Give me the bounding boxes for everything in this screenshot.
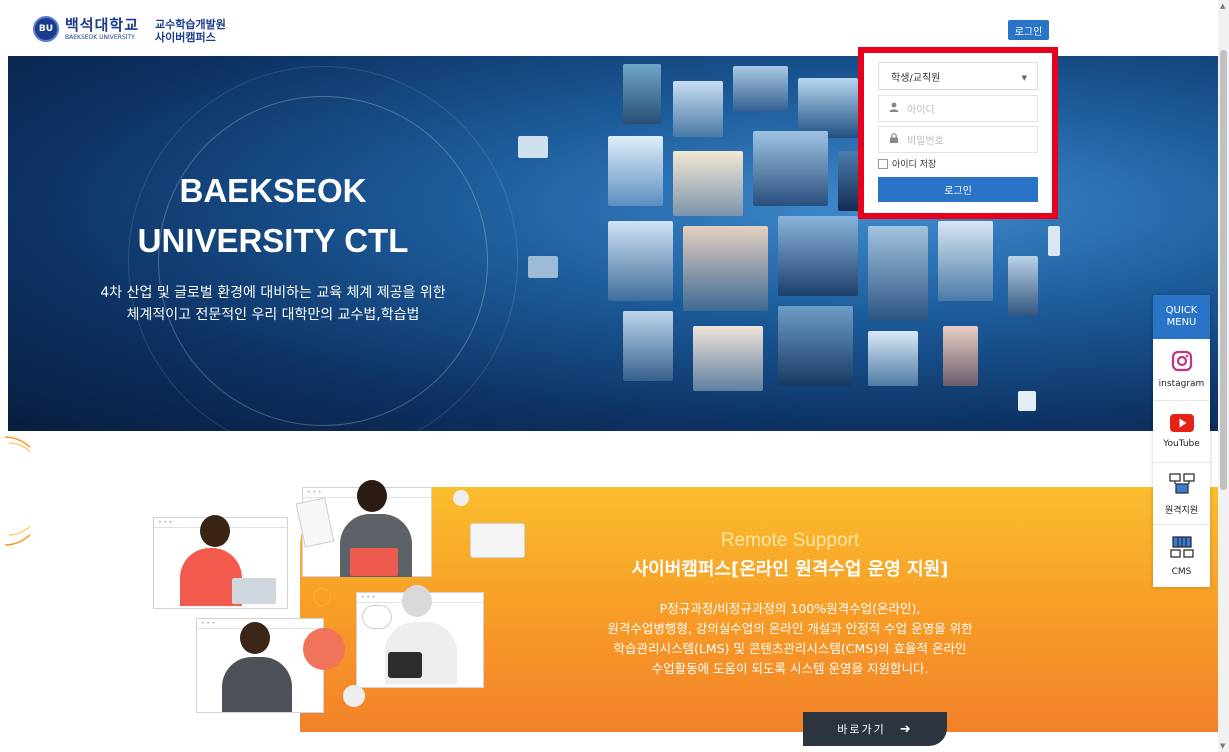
quick-menu-header: QUICK MENU bbox=[1153, 295, 1210, 339]
globe-icon bbox=[313, 588, 331, 606]
media-tile bbox=[938, 221, 993, 301]
university-logo[interactable]: BU 백석대학교 BAEKSEOK UNIVERSITY bbox=[33, 16, 139, 42]
speech-bubble-shape bbox=[362, 605, 392, 629]
media-tile bbox=[778, 216, 858, 296]
checkbox-box[interactable] bbox=[878, 158, 888, 169]
media-tile bbox=[608, 136, 663, 206]
person-figure bbox=[402, 585, 432, 617]
youtube-icon bbox=[1169, 414, 1194, 435]
quick-item-youtube[interactable]: YouTube bbox=[1153, 401, 1210, 463]
avatar-placeholder bbox=[343, 685, 365, 707]
media-tile bbox=[1008, 256, 1038, 316]
scrollbar-thumb[interactable] bbox=[1220, 50, 1227, 490]
password-input[interactable]: 비밀번호 bbox=[878, 126, 1038, 153]
remote-desc-line4: 수업활동에 도움이 되도록 시스템 운영을 지원합니다. bbox=[651, 661, 929, 676]
person-figure bbox=[200, 515, 230, 547]
media-tile bbox=[623, 64, 661, 124]
folder-shape bbox=[470, 523, 525, 558]
id-placeholder: 아이디 bbox=[907, 105, 935, 116]
user-type-select[interactable]: 학생/교직원 ▼ bbox=[878, 62, 1038, 90]
media-tile bbox=[733, 66, 788, 111]
remote-desc-line3: 학습관리시스템(LMS) 및 콘텐츠관리시스템(CMS)의 효율적 온라인 bbox=[613, 641, 967, 656]
media-tile bbox=[518, 136, 548, 158]
media-tile bbox=[943, 326, 978, 386]
quick-item-label: instagram bbox=[1158, 379, 1205, 389]
go-to-button[interactable]: 바로가기 ➜ bbox=[803, 712, 947, 746]
remote-desc-line2: 원격수업병행형, 강의실수업의 온라인 개설과 안정적 수업 운영을 위한 bbox=[607, 621, 973, 636]
password-placeholder: 비밀번호 bbox=[907, 136, 944, 147]
hero-title: BAEKSEOK UNIVERSITY CTL bbox=[8, 166, 538, 266]
avatar-placeholder bbox=[453, 490, 469, 506]
quick-item-label: YouTube bbox=[1163, 439, 1200, 449]
ctl-site-name[interactable]: 교수학습개발원 사이버캠퍼스 bbox=[155, 18, 226, 44]
quick-item-cms[interactable]: CMS bbox=[1153, 525, 1210, 587]
person-figure bbox=[240, 622, 270, 654]
laptop-shape bbox=[232, 578, 276, 604]
arrow-right-icon: ➜ bbox=[899, 721, 913, 737]
media-tile bbox=[868, 226, 928, 321]
media-tile bbox=[1018, 391, 1036, 411]
media-tile bbox=[778, 306, 853, 386]
media-tile bbox=[868, 331, 918, 386]
quick-item-label: CMS bbox=[1171, 566, 1192, 577]
decor-arc bbox=[4, 436, 30, 546]
hero-title-line2: UNIVERSITY CTL bbox=[137, 222, 409, 259]
logo-english-name: BAEKSEOK UNIVERSITY bbox=[65, 33, 135, 41]
media-tile bbox=[608, 221, 673, 301]
remote-support-icon bbox=[1168, 472, 1195, 499]
remote-description: P정규과정/비정규과정의 100%원격수업(온라인), 원격수업병행형, 강의실… bbox=[540, 599, 1040, 679]
remote-desc-line1: P정규과정/비정규과정의 100%원격수업(온라인), bbox=[659, 601, 921, 616]
lock-icon bbox=[889, 133, 899, 146]
quick-item-instagram[interactable]: instagram bbox=[1153, 339, 1210, 401]
logo-korean-name: 백석대학교 bbox=[65, 15, 140, 34]
remote-subtitle: Remote Support bbox=[720, 530, 860, 551]
user-type-value: 학생/교직원 bbox=[891, 72, 941, 84]
go-to-label: 바로가기 bbox=[837, 723, 886, 736]
quick-menu-title-line1: QUICK bbox=[1165, 305, 1198, 316]
tablet-shape bbox=[350, 548, 398, 576]
media-tile bbox=[753, 131, 828, 206]
person-figure bbox=[222, 657, 292, 712]
quick-item-remote-support[interactable]: 원격지원 bbox=[1153, 463, 1210, 525]
scroll-up-arrow-icon[interactable]: ▲ bbox=[1220, 2, 1225, 10]
hero-desc-line2: 체계적이고 전문적인 우리 대학만의 교수법,학습법 bbox=[126, 307, 420, 323]
scroll-down-arrow-icon[interactable]: ▼ bbox=[1220, 742, 1225, 750]
media-tile bbox=[623, 311, 673, 381]
remote-title: 사이버캠퍼스[온라인 원격수업 운영 지원] bbox=[631, 559, 949, 580]
cms-icon bbox=[1169, 535, 1194, 563]
id-input[interactable]: 아이디 bbox=[878, 95, 1038, 122]
login-submit-button[interactable]: 로그인 bbox=[878, 177, 1038, 202]
university-emblem-icon: BU bbox=[33, 16, 59, 42]
media-tile bbox=[693, 326, 763, 391]
remember-id-checkbox[interactable]: 아이디 저장 bbox=[878, 157, 936, 170]
user-icon bbox=[889, 102, 899, 115]
quick-menu-title-line2: MENU bbox=[1166, 317, 1197, 328]
quick-item-label: 원격지원 bbox=[1164, 505, 1199, 516]
media-tile bbox=[673, 81, 723, 137]
hero-description: 4차 산업 및 글로벌 환경에 대비하는 교육 체계 제공을 위한 체계적이고 … bbox=[8, 282, 538, 326]
ctl-name-line1: 교수학습개발원 bbox=[155, 18, 226, 31]
chevron-down-icon: ▼ bbox=[1021, 74, 1027, 82]
pie-chart-shape bbox=[303, 628, 345, 670]
header-login-button[interactable]: 로그인 bbox=[1008, 20, 1049, 40]
media-tile bbox=[673, 151, 743, 216]
hero-title-line1: BAEKSEOK bbox=[179, 172, 367, 209]
hero-desc-line1: 4차 산업 및 글로벌 환경에 대비하는 교육 체계 제공을 위한 bbox=[100, 285, 446, 301]
quick-menu: QUICK MENU instagram YouTube 원격지원 CMS bbox=[1153, 295, 1210, 587]
media-tile bbox=[1048, 226, 1060, 256]
page-scrollbar[interactable]: ▲ ▼ bbox=[1218, 0, 1229, 752]
person-figure bbox=[357, 480, 387, 512]
media-tile bbox=[683, 226, 768, 311]
tablet-shape bbox=[388, 652, 422, 678]
remember-id-label: 아이디 저장 bbox=[892, 160, 937, 170]
ctl-name-line2: 사이버캠퍼스 bbox=[155, 31, 216, 44]
instagram-icon bbox=[1171, 350, 1193, 375]
login-panel: 학생/교직원 ▼ 아이디 비밀번호 아이디 저장 로그인 bbox=[858, 47, 1058, 219]
media-tile bbox=[798, 78, 858, 138]
